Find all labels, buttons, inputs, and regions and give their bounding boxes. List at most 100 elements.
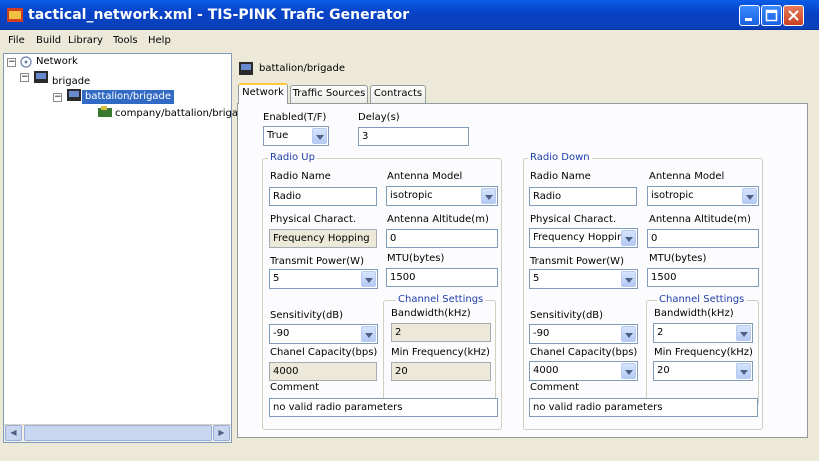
chevron-down-icon[interactable] [361, 271, 376, 287]
down-physical-select[interactable]: Frequency Hoppin [529, 228, 638, 248]
scroll-right-icon[interactable]: ▶ [213, 425, 230, 441]
tree-item-brigade[interactable]: brigade [52, 76, 90, 88]
tree-collapse-battalion[interactable]: − [53, 93, 62, 102]
down-sensitivity-select[interactable]: -90 [529, 324, 638, 344]
up-sensitivity-select[interactable]: -90 [269, 324, 378, 344]
menu-tools[interactable]: Tools [113, 30, 138, 51]
down-physical-value: Frequency Hoppin [533, 232, 624, 243]
app-icon [7, 8, 23, 22]
down-antenna-model-select[interactable]: isotropic [647, 186, 759, 206]
scroll-left-icon[interactable]: ◀ [5, 425, 22, 441]
minimize-button[interactable] [739, 5, 760, 26]
minimize-icon [745, 18, 752, 21]
chevron-down-icon[interactable] [742, 188, 757, 204]
chevron-down-icon[interactable] [361, 326, 376, 342]
chevron-down-icon[interactable] [312, 128, 327, 144]
down-minfreq-label: Min Frequency(kHz) [654, 347, 753, 358]
enabled-label: Enabled(T/F) [263, 112, 327, 123]
up-radio-name-field[interactable]: Radio [269, 187, 377, 206]
delay-field[interactable]: 3 [358, 127, 469, 146]
maximize-icon [765, 9, 778, 22]
up-capacity-label: Chanel Capacity(bps) [270, 347, 378, 358]
down-bandwidth-select[interactable]: 2 [653, 323, 753, 343]
down-minfreq-select[interactable]: 20 [653, 361, 753, 381]
down-capacity-label: Chanel Capacity(bps) [530, 347, 638, 358]
tab-contracts[interactable]: Contracts [370, 85, 426, 103]
chevron-down-icon[interactable] [736, 325, 751, 341]
menu-help[interactable]: Help [148, 30, 171, 51]
up-transmit-value: 5 [273, 273, 280, 284]
down-mtu-label: MTU(bytes) [649, 253, 707, 264]
up-antenna-alt-field[interactable]: 0 [386, 229, 498, 248]
down-radio-name-field[interactable]: Radio [529, 187, 637, 206]
company-icon [98, 106, 112, 118]
up-bandwidth-label: Bandwidth(kHz) [391, 308, 471, 319]
up-antenna-model-label: Antenna Model [387, 171, 463, 182]
close-icon [788, 10, 799, 21]
chevron-down-icon[interactable] [621, 230, 636, 246]
status-bar [0, 444, 819, 461]
menu-library[interactable]: Library [68, 30, 103, 51]
brigade-icon [33, 70, 49, 84]
down-comment-field[interactable]: no valid radio parameters [529, 398, 758, 417]
enabled-value: True [267, 130, 289, 141]
down-antenna-alt-label: Antenna Altitude(m) [649, 214, 751, 225]
tree-collapse-network[interactable]: − [7, 58, 16, 67]
tab-traffic-sources[interactable]: Traffic Sources [290, 85, 368, 103]
up-transmit-label: Transmit Power(W) [270, 256, 364, 267]
down-channel-title: Channel Settings [657, 294, 747, 306]
chevron-down-icon[interactable] [621, 363, 636, 379]
tab-network[interactable]: Network [238, 83, 288, 104]
down-bandwidth-value: 2 [657, 327, 664, 338]
tree-item-network[interactable]: Network [36, 56, 78, 68]
node-title: battalion/brigade [259, 63, 346, 74]
up-comment-label: Comment [270, 382, 319, 393]
battalion-icon [66, 88, 82, 102]
up-mtu-label: MTU(bytes) [387, 253, 445, 264]
tree-item-battalion[interactable]: battalion/brigade [82, 90, 175, 104]
node-icon [238, 61, 254, 76]
down-antenna-model-value: isotropic [651, 190, 694, 201]
window-title: tactical_network.xml - TIS-PINK Trafic G… [28, 7, 410, 23]
menu-file[interactable]: File [8, 30, 25, 51]
down-mtu-field[interactable]: 1500 [647, 268, 759, 287]
down-capacity-value: 4000 [533, 365, 559, 376]
down-antenna-alt-field[interactable]: 0 [647, 229, 759, 248]
down-capacity-select[interactable]: 4000 [529, 361, 638, 381]
radio-down-title: Radio Down [528, 152, 592, 164]
chevron-down-icon[interactable] [481, 188, 496, 204]
down-transmit-select[interactable]: 5 [529, 269, 638, 289]
up-antenna-model-select[interactable]: isotropic [386, 186, 498, 206]
up-radio-name-label: Radio Name [270, 171, 331, 182]
up-minfreq-field: 20 [391, 362, 491, 381]
down-radio-name-label: Radio Name [530, 171, 591, 182]
enabled-select[interactable]: True [263, 126, 329, 146]
chevron-down-icon[interactable] [621, 271, 636, 287]
close-button[interactable] [783, 5, 804, 26]
up-sensitivity-label: Sensitivity(dB) [270, 310, 344, 321]
down-transmit-value: 5 [533, 273, 540, 284]
up-antenna-alt-label: Antenna Altitude(m) [387, 214, 489, 225]
up-physical-label: Physical Charact. [270, 214, 357, 225]
chevron-down-icon[interactable] [621, 326, 636, 342]
tree-item-company[interactable]: company/battalion/brigade [115, 108, 251, 120]
down-sensitivity-value: -90 [533, 328, 550, 339]
scroll-thumb[interactable] [24, 425, 212, 441]
up-minfreq-label: Min Frequency(kHz) [391, 347, 490, 358]
up-channel-title: Channel Settings [396, 294, 486, 306]
delay-label: Delay(s) [358, 112, 400, 123]
radio-up-title: Radio Up [268, 152, 317, 164]
down-transmit-label: Transmit Power(W) [530, 256, 624, 267]
up-capacity-field: 4000 [269, 362, 377, 381]
menu-build[interactable]: Build [36, 30, 61, 51]
tree-collapse-brigade[interactable]: − [20, 73, 29, 82]
up-transmit-select[interactable]: 5 [269, 269, 378, 289]
up-mtu-field[interactable]: 1500 [386, 268, 498, 287]
up-physical-field: Frequency Hopping [269, 229, 377, 248]
maximize-button[interactable] [761, 5, 782, 26]
up-sensitivity-value: -90 [273, 328, 290, 339]
up-antenna-model-value: isotropic [390, 190, 433, 201]
chevron-down-icon[interactable] [736, 363, 751, 379]
network-icon [19, 55, 33, 69]
up-comment-field[interactable]: no valid radio parameters [269, 398, 498, 417]
